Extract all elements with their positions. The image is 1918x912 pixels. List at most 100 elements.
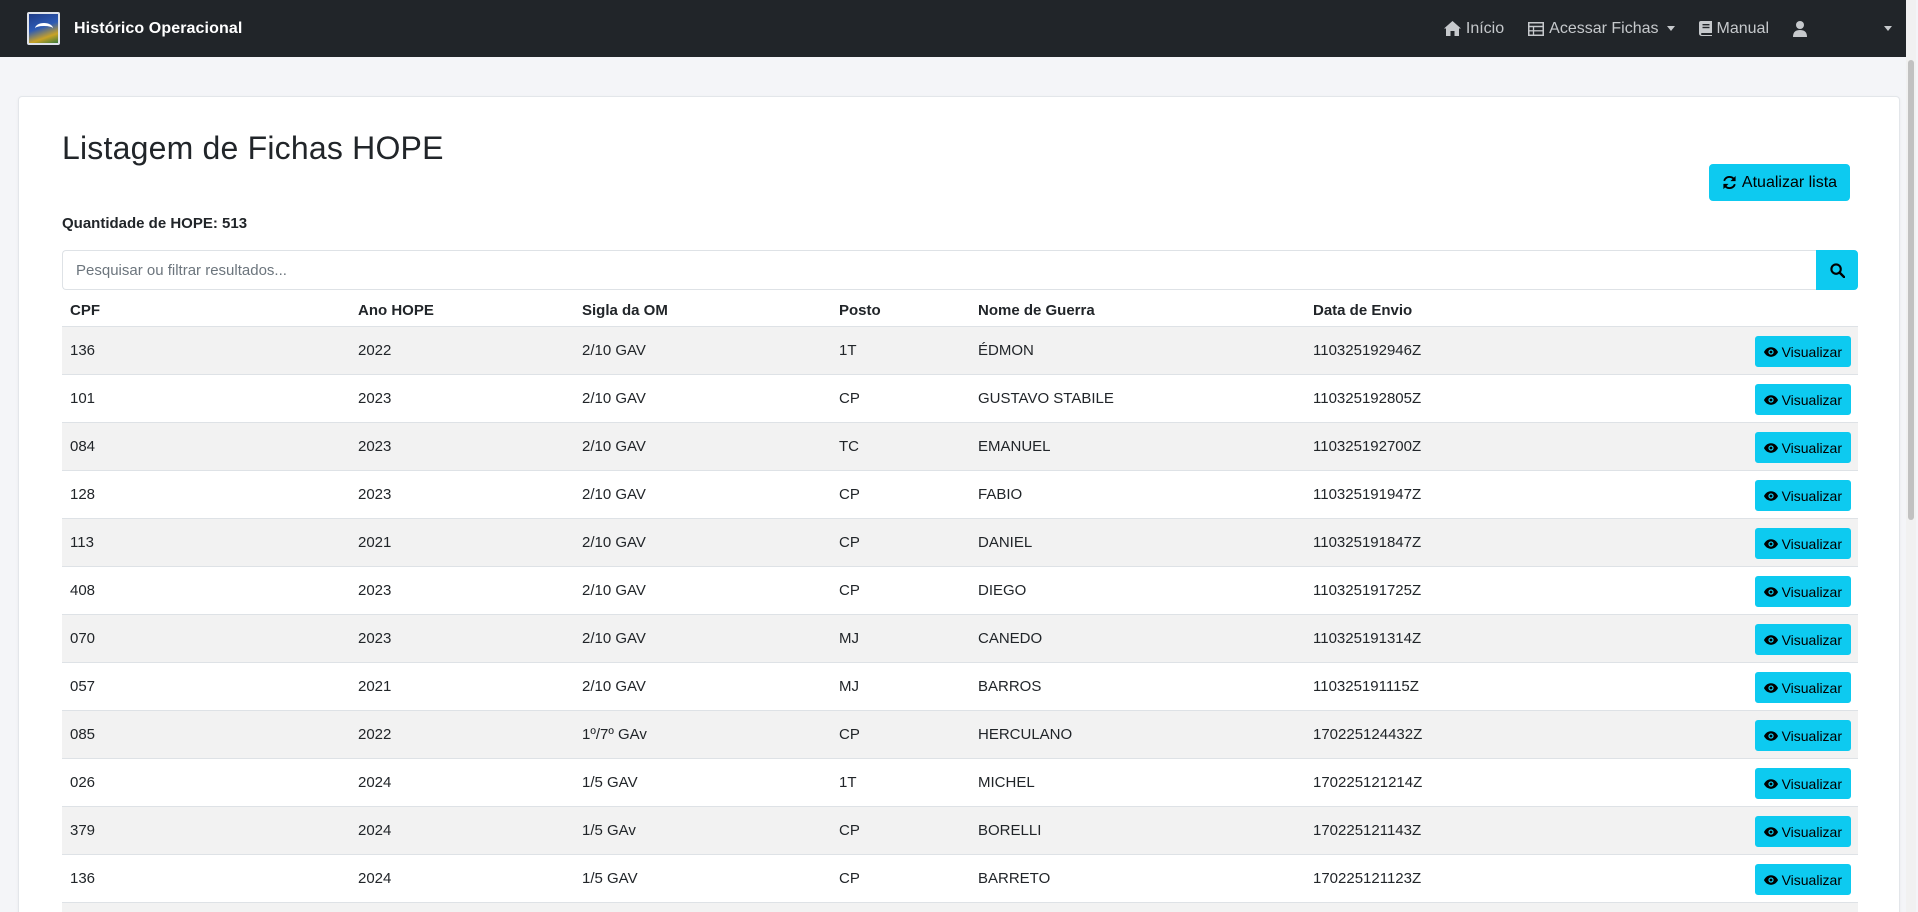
search-input[interactable] <box>62 250 1816 290</box>
cell-data: 110325191947Z <box>1313 485 1422 503</box>
cell-cpf: 085 <box>70 725 96 743</box>
cell-actions: Visualizar <box>1565 518 1858 566</box>
brand[interactable]: Histórico Operacional <box>27 12 242 45</box>
user-icon <box>1793 20 1807 37</box>
view-button[interactable]: Visualizar <box>1754 864 1851 895</box>
table-row: 128 2023 2/10 GAV CP FABIO 110325191947Z Visua… <box>62 470 1858 518</box>
home-icon <box>1443 21 1461 36</box>
nav-fichas-dropdown[interactable]: Acessar Fichas <box>1528 20 1675 38</box>
eye-icon <box>1763 442 1778 453</box>
view-button[interactable]: Visualizar <box>1754 768 1851 799</box>
app-logo <box>27 12 60 45</box>
cell-actions: Visualizar <box>1565 566 1858 614</box>
refresh-button-label: Atualizar lista <box>1741 173 1838 191</box>
cell-data: 170225124432Z <box>1313 725 1423 743</box>
nav-manual-label: Manual <box>1716 19 1769 37</box>
eye-icon <box>1763 538 1778 549</box>
scrollbar-thumb[interactable] <box>1908 60 1914 520</box>
eye-icon <box>1763 490 1778 501</box>
view-button-label: Visualizar <box>1781 439 1842 456</box>
cell-nome <box>970 902 1305 912</box>
cell-actions: Visualizar <box>1565 854 1858 902</box>
cell-nome: BARROS <box>978 677 1042 695</box>
search-button[interactable] <box>1816 250 1858 290</box>
view-button-label: Visualizar <box>1781 391 1842 408</box>
cell-actions: Visualizar <box>1565 374 1858 422</box>
view-button-label: Visualizar <box>1781 871 1842 888</box>
fichas-card: Listagem de Fichas HOPE Atualizar lista … <box>18 96 1900 912</box>
eye-icon <box>1763 874 1778 885</box>
nav-manual-link[interactable]: Manual <box>1698 19 1769 38</box>
cell-posto: MJ <box>839 677 859 695</box>
cell-nome: BORELLI <box>978 821 1042 839</box>
scrollbar-track[interactable] <box>1906 0 1916 912</box>
cell-actions: Visualizar <box>1565 326 1858 374</box>
cell-ano: 2024 <box>358 773 392 791</box>
cell-data: 110325191314Z <box>1313 629 1422 647</box>
col-header-data: Data de Envio <box>1305 296 1565 327</box>
cell-om: 2/10 GAV <box>582 533 646 551</box>
user-menu-dropdown[interactable] <box>1793 20 1892 37</box>
view-button[interactable]: Visualizar <box>1754 528 1851 559</box>
nav-home-link[interactable]: Início <box>1443 20 1504 38</box>
view-button[interactable]: Visualizar <box>1754 672 1851 703</box>
cell-om: 2/10 GAV <box>582 437 646 455</box>
cell-ano: 2024 <box>358 869 392 887</box>
view-button[interactable]: Visualizar <box>1754 720 1851 751</box>
col-header-nome: Nome de Guerra <box>970 296 1305 327</box>
view-button-label: Visualizar <box>1781 775 1842 792</box>
cell-ano: 2024 <box>358 821 392 839</box>
cell-cpf <box>62 902 350 912</box>
cell-om <box>574 902 831 912</box>
cell-ano: 2022 <box>358 341 392 359</box>
table-row: 408 2023 2/10 GAV CP DIEGO 110325191725Z Visua… <box>62 566 1858 614</box>
view-button[interactable]: Visualizar <box>1754 480 1851 511</box>
view-button[interactable]: Visualizar <box>1754 336 1851 367</box>
cell-actions: Visualizar <box>1565 614 1858 662</box>
cell-actions: Visualizar <box>1565 662 1858 710</box>
view-button-label: Visualizar <box>1781 823 1842 840</box>
col-header-ano: Ano HOPE <box>350 296 574 327</box>
cell-cpf: 057 <box>70 677 96 695</box>
cell-om: 2/10 GAV <box>582 485 646 503</box>
cell-ano: 2023 <box>358 629 392 647</box>
col-header-cpf: CPF <box>62 296 350 327</box>
table-row: 085 2022 1º/7º GAv CP HERCULANO 170225124432Z… <box>62 710 1858 758</box>
eye-icon <box>1763 826 1778 837</box>
cell-nome: EMANUEL <box>978 437 1051 455</box>
cell-nome: GUSTAVO STABILE <box>978 389 1114 407</box>
view-button[interactable]: Visualizar <box>1754 576 1851 607</box>
cell-ano: 2023 <box>358 389 392 407</box>
refresh-list-button[interactable]: Atualizar lista <box>1709 164 1850 201</box>
cell-posto <box>831 902 970 912</box>
cell-nome: FABIO <box>978 485 1023 503</box>
cell-actions: Visualizar <box>1565 806 1858 854</box>
view-button[interactable]: Visualizar <box>1754 432 1851 463</box>
eye-icon <box>1763 394 1778 405</box>
table-row: 136 2024 1/5 GAV CP BARRETO 170225121123Z Visu… <box>62 854 1858 902</box>
table-icon <box>1528 21 1545 36</box>
cell-posto: CP <box>839 581 860 599</box>
cell-posto: CP <box>839 389 860 407</box>
cell-posto: 1T <box>839 341 857 359</box>
view-button[interactable]: Visualizar <box>1754 816 1851 847</box>
eye-icon <box>1763 682 1778 693</box>
cell-ano: 2023 <box>358 437 392 455</box>
app-title: Histórico Operacional <box>74 19 243 37</box>
cell-data: 170225121214Z <box>1313 773 1423 791</box>
cell-posto: 1T <box>839 773 857 791</box>
table-row: 101 2023 2/10 GAV CP GUSTAVO STABILE 11032519… <box>62 374 1858 422</box>
view-button[interactable]: Visualizar <box>1754 624 1851 655</box>
cell-data: 110325192946Z <box>1313 341 1422 359</box>
eye-icon <box>1763 346 1778 357</box>
search-bar <box>62 250 1858 290</box>
cell-nome: HERCULANO <box>978 725 1073 743</box>
cell-om: 2/10 GAV <box>582 581 646 599</box>
cell-nome: DIEGO <box>978 581 1027 599</box>
table-row: 379 2024 1/5 GAv CP BORELLI 170225121143Z Visu… <box>62 806 1858 854</box>
view-button-label: Visualizar <box>1781 631 1842 648</box>
cell-om: 1/5 GAV <box>582 869 638 887</box>
view-button[interactable]: Visualizar <box>1754 384 1851 415</box>
eye-icon <box>1763 778 1778 789</box>
col-header-actions <box>1565 296 1858 327</box>
